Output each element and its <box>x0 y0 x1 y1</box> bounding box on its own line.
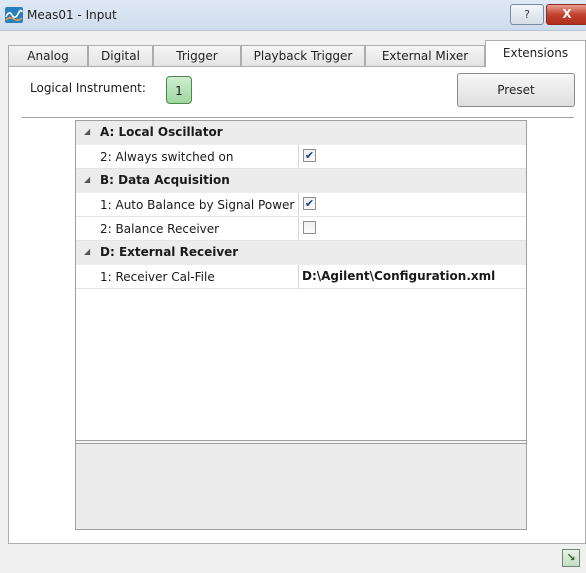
category-data-acquisition[interactable]: ◢ B: Data Acquisition <box>76 169 526 193</box>
category-label: A: Local Oscillator <box>100 125 223 139</box>
property-row[interactable]: 1: Receiver Cal-File D:\Agilent\Configur… <box>76 265 526 289</box>
category-label: B: Data Acquisition <box>100 173 230 187</box>
expand-arrow-icon[interactable]: ◢ <box>84 247 90 256</box>
property-label: 1: Auto Balance by Signal Power <box>100 198 295 212</box>
tab-playback-trigger[interactable]: Playback Trigger <box>241 45 365 66</box>
preset-button[interactable]: Preset <box>457 73 575 107</box>
help-button[interactable]: ? <box>510 4 544 25</box>
column-divider <box>298 193 299 217</box>
waveform-icon <box>5 7 23 23</box>
always-switched-on-checkbox[interactable]: ✔ <box>303 149 316 162</box>
title-bar[interactable]: Meas01 - Input ? X <box>0 0 586 31</box>
expand-arrow-icon[interactable]: ◢ <box>84 127 90 136</box>
expand-arrow-icon[interactable]: ◢ <box>84 175 90 184</box>
property-row[interactable]: 1: Auto Balance by Signal Power ✔ <box>76 193 526 217</box>
column-divider <box>298 217 299 241</box>
tab-digital[interactable]: Digital <box>88 45 153 66</box>
column-divider <box>298 265 299 289</box>
tab-analog[interactable]: Analog <box>8 45 88 66</box>
close-button[interactable]: X <box>546 4 586 25</box>
logical-instrument-selector[interactable]: 1 <box>166 76 192 104</box>
column-divider <box>298 145 299 169</box>
tab-external-mixer[interactable]: External Mixer <box>365 45 485 66</box>
divider <box>22 117 574 118</box>
dialog-window: Meas01 - Input ? X Analog Digital Trigge… <box>0 0 586 573</box>
description-panel <box>76 444 526 529</box>
category-local-oscillator[interactable]: ◢ A: Local Oscillator <box>76 121 526 145</box>
tab-strip: Analog Digital Trigger Playback Trigger … <box>0 40 586 67</box>
property-label: 1: Receiver Cal-File <box>100 270 215 284</box>
property-row[interactable]: 2: Balance Receiver ✔ <box>76 217 526 241</box>
balance-receiver-checkbox[interactable]: ✔ <box>303 221 316 234</box>
property-grid: ◢ A: Local Oscillator 2: Always switched… <box>75 120 527 530</box>
auto-balance-checkbox[interactable]: ✔ <box>303 197 316 210</box>
window-title: Meas01 - Input <box>27 8 117 22</box>
property-row[interactable]: 2: Always switched on ✔ <box>76 145 526 169</box>
resize-grip-icon[interactable]: ↘ <box>562 549 580 567</box>
property-label: 2: Balance Receiver <box>100 222 220 236</box>
category-external-receiver[interactable]: ◢ D: External Receiver <box>76 241 526 265</box>
logical-instrument-label: Logical Instrument: <box>30 81 146 95</box>
tab-trigger[interactable]: Trigger <box>153 45 241 66</box>
category-label: D: External Receiver <box>100 245 239 259</box>
tab-extensions[interactable]: Extensions <box>485 40 586 67</box>
property-label: 2: Always switched on <box>100 150 234 164</box>
receiver-cal-file-value[interactable]: D:\Agilent\Configuration.xml <box>302 269 495 283</box>
